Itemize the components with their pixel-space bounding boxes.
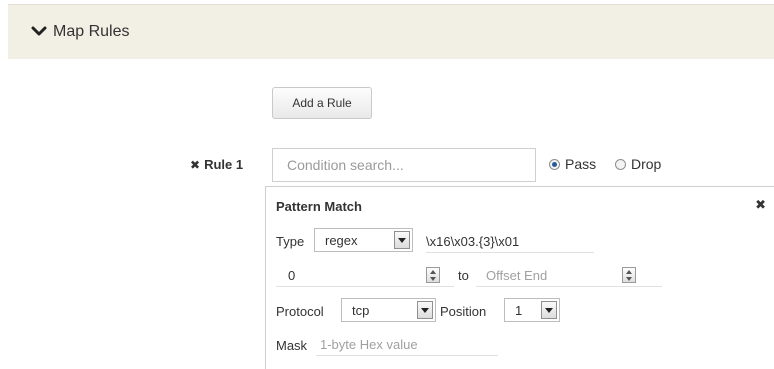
chevron-down-icon: [417, 301, 433, 319]
chevron-down-icon: [394, 231, 410, 249]
position-select-value: 1: [515, 302, 523, 318]
pattern-match-title: Pattern Match: [276, 199, 362, 214]
mask-input[interactable]: 1-byte Hex value: [316, 333, 498, 356]
type-label: Type: [276, 234, 305, 249]
drop-label: Drop: [631, 156, 662, 172]
rule-name: Rule 1: [204, 157, 244, 172]
pattern-match-panel: Pattern Match ✖ Type regex \x16\x03.{3}\…: [265, 186, 774, 369]
drop-option[interactable]: Drop: [615, 156, 661, 172]
position-label: Position: [440, 304, 487, 319]
position-select[interactable]: 1: [504, 298, 560, 322]
drop-radio[interactable]: [615, 158, 626, 170]
close-icon[interactable]: ✖: [755, 197, 766, 213]
protocol-label: Protocol: [276, 304, 324, 319]
add-rule-button[interactable]: Add a Rule: [272, 87, 372, 119]
pass-label: Pass: [565, 156, 597, 172]
rule-label: ✖ Rule 1: [190, 157, 243, 172]
map-rules-header[interactable]: Map Rules: [8, 4, 774, 59]
protocol-select-value: tcp: [352, 302, 370, 318]
pass-radio[interactable]: [549, 158, 560, 170]
mask-label: Mask: [276, 338, 308, 353]
offset-start-spinner[interactable]: [426, 267, 440, 283]
chevron-down-icon: [31, 26, 47, 36]
chevron-down-icon: [541, 301, 557, 319]
pass-option[interactable]: Pass: [549, 156, 596, 172]
protocol-select[interactable]: tcp: [341, 298, 436, 322]
offset-end-spinner[interactable]: [622, 267, 636, 283]
type-select-value: regex: [325, 232, 358, 248]
to-label: to: [458, 268, 469, 283]
close-icon[interactable]: ✖: [190, 158, 200, 172]
section-title: Map Rules: [53, 23, 130, 40]
pattern-input[interactable]: \x16\x03.{3}\x01: [426, 230, 594, 253]
condition-search-input[interactable]: [272, 148, 536, 182]
type-select[interactable]: regex: [314, 228, 413, 252]
